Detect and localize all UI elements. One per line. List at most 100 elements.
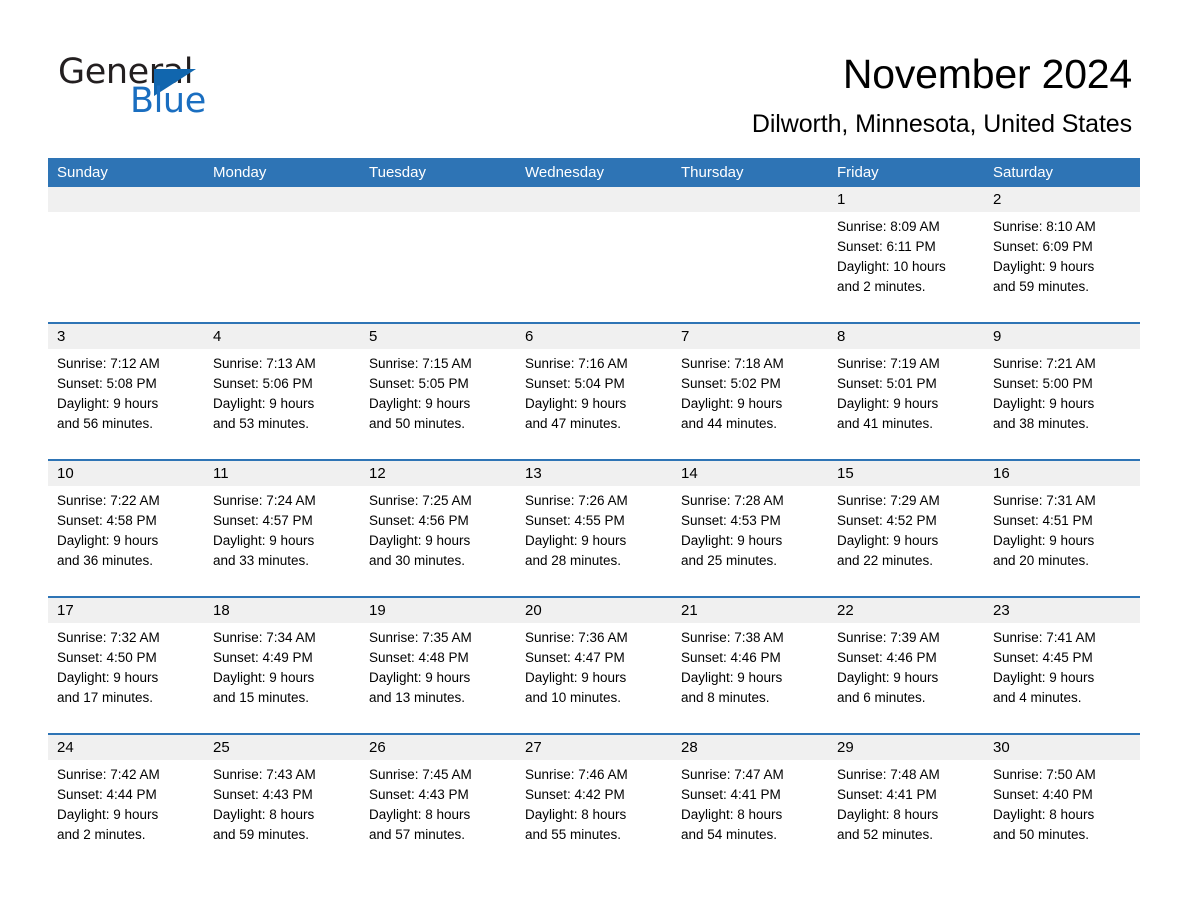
sunrise-text: Sunrise: 7:43 AM bbox=[213, 767, 316, 782]
day-details: Sunrise: 7:13 AM Sunset: 5:06 PM Daylight:… bbox=[204, 349, 360, 459]
day-cell-15[interactable]: 15 Sunrise: 7:29 AM Sunset: 4:52 PM Dayligh… bbox=[828, 461, 984, 596]
weekday-header-monday: Monday bbox=[213, 164, 267, 181]
day-cell-5[interactable]: 5 Sunrise: 7:15 AM Sunset: 5:05 PM Daylight… bbox=[360, 324, 516, 459]
day-details: Sunrise: 7:36 AM Sunset: 4:47 PM Daylight:… bbox=[516, 623, 672, 733]
daylight-text: and 10 minutes. bbox=[525, 690, 622, 705]
daylight-text: Daylight: 9 hours bbox=[681, 396, 783, 411]
daylight-text: and 53 minutes. bbox=[213, 416, 310, 431]
day-cell-22[interactable]: 22 Sunrise: 7:39 AM Sunset: 4:46 PM Dayligh… bbox=[828, 598, 984, 733]
week-inner: 1 Sunrise: 8:09 AM Sunset: 6:11 PM Daylight… bbox=[48, 187, 1140, 322]
daylight-text: and 38 minutes. bbox=[993, 416, 1090, 431]
sunrise-text: Sunrise: 7:39 AM bbox=[837, 630, 940, 645]
day-details: Sunrise: 7:24 AM Sunset: 4:57 PM Daylight:… bbox=[204, 486, 360, 596]
day-cell-16[interactable]: 16 Sunrise: 7:31 AM Sunset: 4:51 PM Dayligh… bbox=[984, 461, 1140, 596]
sunset-text: Sunset: 5:01 PM bbox=[837, 376, 937, 391]
daylight-text: Daylight: 9 hours bbox=[993, 259, 1095, 274]
daylight-text: and 30 minutes. bbox=[369, 553, 466, 568]
day-cell-26[interactable]: 26 Sunrise: 7:45 AM Sunset: 4:43 PM Dayligh… bbox=[360, 735, 516, 852]
day-cell-30[interactable]: 30 Sunrise: 7:50 AM Sunset: 4:40 PM Dayligh… bbox=[984, 735, 1140, 852]
sunset-text: Sunset: 5:06 PM bbox=[213, 376, 313, 391]
day-cell-29[interactable]: 29 Sunrise: 7:48 AM Sunset: 4:41 PM Dayligh… bbox=[828, 735, 984, 852]
generalblue-logo[interactable]: General Blue bbox=[58, 52, 318, 124]
calendar-week-row: 24 Sunrise: 7:42 AM Sunset: 4:44 PM Dayligh… bbox=[48, 733, 1140, 852]
day-details bbox=[360, 212, 516, 322]
calendar-week-row: 17 Sunrise: 7:32 AM Sunset: 4:50 PM Dayligh… bbox=[48, 596, 1140, 733]
day-number-band: 2 bbox=[984, 187, 1140, 212]
daylight-text: and 25 minutes. bbox=[681, 553, 778, 568]
day-cell-18[interactable]: 18 Sunrise: 7:34 AM Sunset: 4:49 PM Dayligh… bbox=[204, 598, 360, 733]
day-details: Sunrise: 7:28 AM Sunset: 4:53 PM Daylight:… bbox=[672, 486, 828, 596]
day-cell-21[interactable]: 21 Sunrise: 7:38 AM Sunset: 4:46 PM Dayligh… bbox=[672, 598, 828, 733]
weekday-header-friday: Friday bbox=[837, 164, 879, 181]
day-cell-4[interactable]: 4 Sunrise: 7:13 AM Sunset: 5:06 PM Daylight… bbox=[204, 324, 360, 459]
sunrise-text: Sunrise: 7:35 AM bbox=[369, 630, 472, 645]
sunset-text: Sunset: 5:08 PM bbox=[57, 376, 157, 391]
day-number-band bbox=[48, 187, 204, 212]
day-number-band: 13 bbox=[516, 461, 672, 486]
day-cell-empty bbox=[204, 187, 360, 322]
sunrise-text: Sunrise: 7:28 AM bbox=[681, 493, 784, 508]
daylight-text: Daylight: 9 hours bbox=[213, 533, 315, 548]
day-cell-13[interactable]: 13 Sunrise: 7:26 AM Sunset: 4:55 PM Dayligh… bbox=[516, 461, 672, 596]
sunset-text: Sunset: 5:04 PM bbox=[525, 376, 625, 391]
day-number-band bbox=[360, 187, 516, 212]
sunrise-text: Sunrise: 7:47 AM bbox=[681, 767, 784, 782]
sunset-text: Sunset: 4:44 PM bbox=[57, 787, 157, 802]
day-cell-12[interactable]: 12 Sunrise: 7:25 AM Sunset: 4:56 PM Dayligh… bbox=[360, 461, 516, 596]
day-number: 17 bbox=[57, 602, 74, 619]
daylight-text: and 57 minutes. bbox=[369, 827, 466, 842]
calendar-week-row: 1 Sunrise: 8:09 AM Sunset: 6:11 PM Daylight… bbox=[48, 187, 1140, 322]
day-cell-6[interactable]: 6 Sunrise: 7:16 AM Sunset: 5:04 PM Daylight… bbox=[516, 324, 672, 459]
day-details: Sunrise: 7:35 AM Sunset: 4:48 PM Daylight:… bbox=[360, 623, 516, 733]
daylight-text: Daylight: 9 hours bbox=[369, 533, 471, 548]
day-cell-1[interactable]: 1 Sunrise: 8:09 AM Sunset: 6:11 PM Daylight… bbox=[828, 187, 984, 322]
day-number: 23 bbox=[993, 602, 1010, 619]
sunrise-text: Sunrise: 7:26 AM bbox=[525, 493, 628, 508]
daylight-text: and 15 minutes. bbox=[213, 690, 310, 705]
day-cell-10[interactable]: 10 Sunrise: 7:22 AM Sunset: 4:58 PM Dayligh… bbox=[48, 461, 204, 596]
daylight-text: and 8 minutes. bbox=[681, 690, 770, 705]
day-details: Sunrise: 7:41 AM Sunset: 4:45 PM Daylight:… bbox=[984, 623, 1140, 733]
day-cell-17[interactable]: 17 Sunrise: 7:32 AM Sunset: 4:50 PM Dayligh… bbox=[48, 598, 204, 733]
day-details: Sunrise: 7:38 AM Sunset: 4:46 PM Daylight:… bbox=[672, 623, 828, 733]
day-cell-23[interactable]: 23 Sunrise: 7:41 AM Sunset: 4:45 PM Dayligh… bbox=[984, 598, 1140, 733]
sunset-text: Sunset: 4:40 PM bbox=[993, 787, 1093, 802]
day-number-band: 7 bbox=[672, 324, 828, 349]
daylight-text: and 2 minutes. bbox=[837, 279, 926, 294]
day-details: Sunrise: 7:39 AM Sunset: 4:46 PM Daylight:… bbox=[828, 623, 984, 733]
day-cell-28[interactable]: 28 Sunrise: 7:47 AM Sunset: 4:41 PM Dayligh… bbox=[672, 735, 828, 852]
daylight-text: Daylight: 9 hours bbox=[993, 670, 1095, 685]
daylight-text: Daylight: 8 hours bbox=[213, 807, 315, 822]
daylight-text: Daylight: 9 hours bbox=[213, 670, 315, 685]
day-details bbox=[204, 212, 360, 322]
day-cell-2[interactable]: 2 Sunrise: 8:10 AM Sunset: 6:09 PM Daylight… bbox=[984, 187, 1140, 322]
day-details: Sunrise: 7:22 AM Sunset: 4:58 PM Daylight:… bbox=[48, 486, 204, 596]
day-cell-9[interactable]: 9 Sunrise: 7:21 AM Sunset: 5:00 PM Daylight… bbox=[984, 324, 1140, 459]
day-details: Sunrise: 7:47 AM Sunset: 4:41 PM Daylight:… bbox=[672, 760, 828, 852]
day-details: Sunrise: 7:31 AM Sunset: 4:51 PM Daylight:… bbox=[984, 486, 1140, 596]
day-cell-11[interactable]: 11 Sunrise: 7:24 AM Sunset: 4:57 PM Dayligh… bbox=[204, 461, 360, 596]
day-number-band: 12 bbox=[360, 461, 516, 486]
day-cell-24[interactable]: 24 Sunrise: 7:42 AM Sunset: 4:44 PM Dayligh… bbox=[48, 735, 204, 852]
daylight-text: Daylight: 8 hours bbox=[525, 807, 627, 822]
day-cell-19[interactable]: 19 Sunrise: 7:35 AM Sunset: 4:48 PM Dayligh… bbox=[360, 598, 516, 733]
day-number: 6 bbox=[525, 328, 534, 345]
sunrise-text: Sunrise: 7:21 AM bbox=[993, 356, 1096, 371]
day-details: Sunrise: 7:18 AM Sunset: 5:02 PM Daylight:… bbox=[672, 349, 828, 459]
day-cell-14[interactable]: 14 Sunrise: 7:28 AM Sunset: 4:53 PM Dayligh… bbox=[672, 461, 828, 596]
day-cell-27[interactable]: 27 Sunrise: 7:46 AM Sunset: 4:42 PM Dayligh… bbox=[516, 735, 672, 852]
day-number: 16 bbox=[993, 465, 1010, 482]
day-cell-3[interactable]: 3 Sunrise: 7:12 AM Sunset: 5:08 PM Daylight… bbox=[48, 324, 204, 459]
sunset-text: Sunset: 4:48 PM bbox=[369, 650, 469, 665]
sunrise-text: Sunrise: 7:18 AM bbox=[681, 356, 784, 371]
day-number-band: 10 bbox=[48, 461, 204, 486]
day-cell-25[interactable]: 25 Sunrise: 7:43 AM Sunset: 4:43 PM Dayligh… bbox=[204, 735, 360, 852]
sunset-text: Sunset: 5:00 PM bbox=[993, 376, 1093, 391]
day-cell-7[interactable]: 7 Sunrise: 7:18 AM Sunset: 5:02 PM Daylight… bbox=[672, 324, 828, 459]
day-cell-20[interactable]: 20 Sunrise: 7:36 AM Sunset: 4:47 PM Dayligh… bbox=[516, 598, 672, 733]
day-cell-8[interactable]: 8 Sunrise: 7:19 AM Sunset: 5:01 PM Daylight… bbox=[828, 324, 984, 459]
sunset-text: Sunset: 4:41 PM bbox=[681, 787, 781, 802]
daylight-text: Daylight: 9 hours bbox=[681, 670, 783, 685]
daylight-text: and 56 minutes. bbox=[57, 416, 154, 431]
week-inner: 24 Sunrise: 7:42 AM Sunset: 4:44 PM Dayligh… bbox=[48, 735, 1140, 852]
